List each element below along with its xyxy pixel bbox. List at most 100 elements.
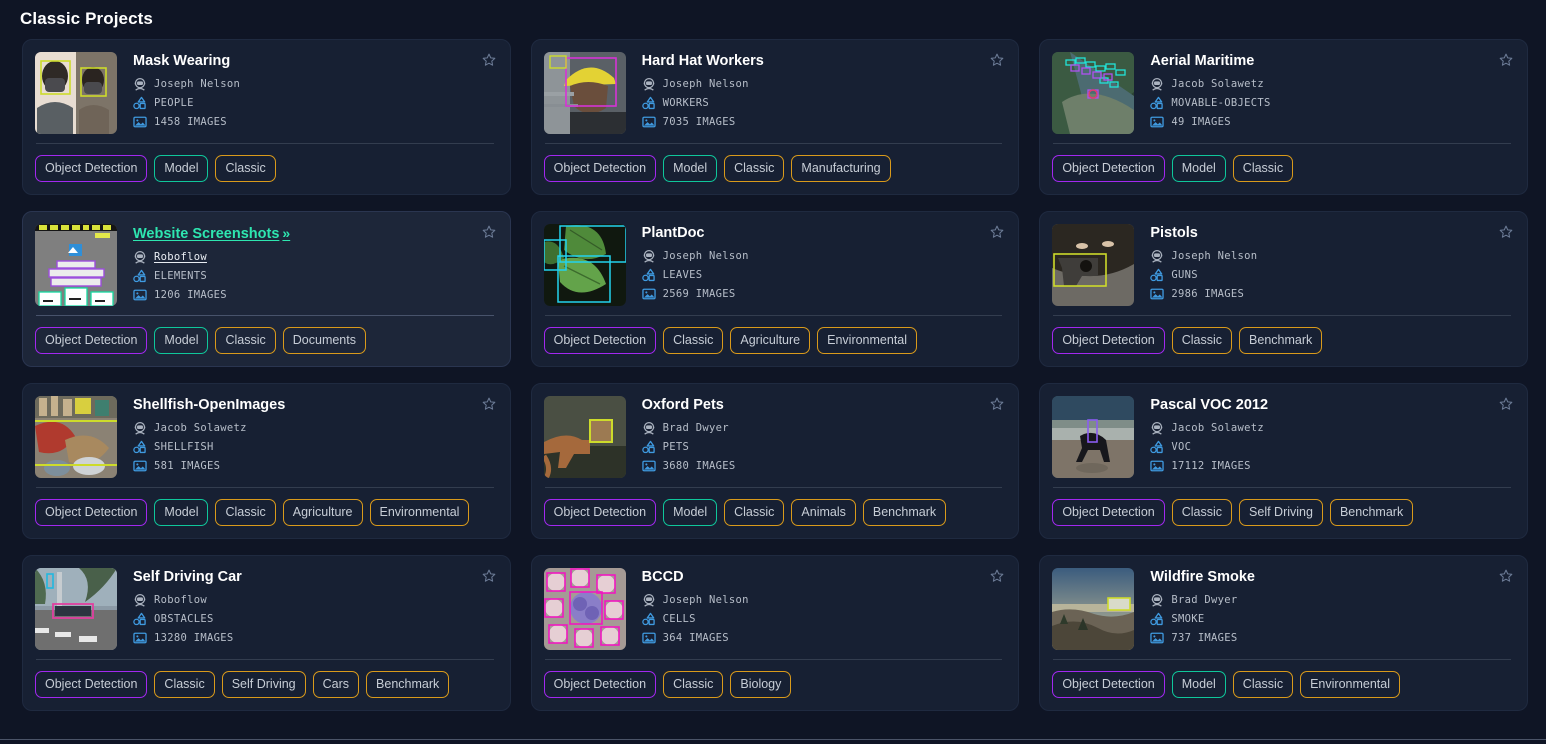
project-title[interactable]: Pistols [1150, 225, 1198, 241]
project-tag[interactable]: Environmental [369, 499, 470, 526]
star-icon[interactable] [989, 396, 1005, 412]
project-card[interactable]: Mask Wearing Joseph Nelson PEOPLE 1458 I… [22, 39, 511, 195]
project-tag[interactable]: Model [154, 155, 209, 182]
project-tag[interactable]: Object Detection [1052, 499, 1165, 526]
project-tag[interactable]: Classic [215, 499, 276, 526]
project-tag[interactable]: Model [663, 499, 718, 526]
project-title[interactable]: Aerial Maritime [1150, 53, 1254, 69]
project-card[interactable]: Aerial Maritime Jacob Solawetz MOVABLE-O… [1039, 39, 1528, 195]
star-icon[interactable] [1498, 224, 1514, 240]
project-title-row[interactable]: Mask Wearing [133, 52, 496, 70]
project-tag[interactable]: Benchmark [1239, 327, 1323, 354]
project-title[interactable]: Self Driving Car [133, 569, 242, 585]
project-title-row[interactable]: Wildfire Smoke [1150, 568, 1513, 586]
project-tag[interactable]: Classic [724, 155, 785, 182]
project-tag[interactable]: Classic [663, 327, 724, 354]
project-card[interactable]: Pistols Joseph Nelson GUNS 2986 IMAGES O… [1039, 211, 1528, 367]
project-tag[interactable]: Model [1171, 155, 1226, 182]
project-author[interactable]: Roboflow [154, 250, 207, 264]
project-tag[interactable]: Environmental [817, 327, 918, 354]
project-thumbnail[interactable] [543, 396, 626, 478]
project-thumbnail[interactable] [543, 224, 626, 306]
project-tag[interactable]: Object Detection [543, 155, 657, 182]
project-tag[interactable]: Classic [1232, 671, 1294, 698]
project-title-row[interactable]: BCCD [642, 568, 1005, 586]
project-tag[interactable]: Object Detection [35, 499, 148, 526]
project-tag[interactable]: Object Detection [35, 155, 148, 182]
project-tag[interactable]: Classic [724, 499, 785, 526]
project-tag[interactable]: Classic [154, 671, 215, 698]
project-tag[interactable]: Classic [1171, 499, 1233, 526]
project-tag[interactable]: Biology [730, 671, 792, 698]
project-tag[interactable]: Model [154, 499, 209, 526]
project-tag[interactable]: Classic [215, 327, 276, 354]
project-tag[interactable]: Benchmark [1329, 499, 1414, 526]
project-tag[interactable]: Object Detection [543, 327, 657, 354]
star-icon[interactable] [481, 224, 497, 240]
star-icon[interactable] [989, 224, 1005, 240]
project-thumbnail[interactable] [1052, 568, 1135, 650]
project-thumbnail[interactable] [35, 224, 117, 306]
project-tag[interactable]: Object Detection [35, 671, 148, 698]
project-title-row[interactable]: Pistols [1150, 224, 1513, 242]
project-tag[interactable]: Classic [1232, 155, 1294, 182]
project-tag[interactable]: Self Driving [1239, 499, 1323, 526]
project-thumbnail[interactable] [543, 52, 626, 134]
project-title[interactable]: Hard Hat Workers [642, 53, 764, 69]
project-thumbnail[interactable] [35, 568, 117, 650]
project-tag[interactable]: Animals [791, 499, 856, 526]
project-tag[interactable]: Object Detection [543, 499, 657, 526]
star-icon[interactable] [1498, 52, 1514, 68]
project-thumbnail[interactable] [1052, 396, 1135, 478]
project-title-row[interactable]: Website Screenshots» [133, 224, 496, 243]
star-icon[interactable] [989, 568, 1005, 584]
project-title-row[interactable]: PlantDoc [642, 224, 1005, 242]
project-tag[interactable]: Agriculture [282, 499, 363, 526]
project-tag[interactable]: Model [1171, 671, 1226, 698]
project-tag[interactable]: Self Driving [221, 671, 306, 698]
project-card[interactable]: Shellfish-OpenImages Jacob Solawetz SHEL… [22, 383, 511, 539]
project-title[interactable]: Shellfish-OpenImages [133, 397, 285, 413]
project-thumbnail[interactable] [35, 396, 117, 478]
project-title[interactable]: Mask Wearing [133, 53, 230, 69]
project-thumbnail[interactable] [1052, 52, 1135, 134]
project-tag[interactable]: Object Detection [543, 671, 657, 698]
star-icon[interactable] [1498, 396, 1514, 412]
project-tag[interactable]: Benchmark [366, 671, 450, 698]
project-tag[interactable]: Object Detection [1052, 155, 1165, 182]
star-icon[interactable] [481, 568, 497, 584]
project-tag[interactable]: Classic [663, 671, 724, 698]
project-title[interactable]: Pascal VOC 2012 [1150, 397, 1268, 413]
project-card[interactable]: Website Screenshots» Roboflow ELEMENTS 1… [22, 211, 511, 367]
project-tag[interactable]: Object Detection [1052, 327, 1165, 354]
project-title[interactable]: Wildfire Smoke [1150, 569, 1255, 585]
project-card[interactable]: Oxford Pets Brad Dwyer PETS 3680 IMAGES … [530, 383, 1020, 539]
project-thumbnail[interactable] [543, 568, 626, 650]
project-title-row[interactable]: Shellfish-OpenImages [133, 396, 496, 414]
project-tag[interactable]: Model [663, 155, 718, 182]
project-title[interactable]: PlantDoc [642, 225, 705, 241]
project-tag[interactable]: Classic [1171, 327, 1233, 354]
project-tag[interactable]: Object Detection [35, 327, 148, 354]
project-title-row[interactable]: Hard Hat Workers [642, 52, 1005, 70]
star-icon[interactable] [989, 52, 1005, 68]
project-title-row[interactable]: Pascal VOC 2012 [1150, 396, 1513, 414]
project-title[interactable]: Oxford Pets [642, 397, 724, 413]
project-tag[interactable]: Model [154, 327, 209, 354]
project-thumbnail[interactable] [35, 52, 117, 134]
project-card[interactable]: PlantDoc Joseph Nelson LEAVES 2569 IMAGE… [530, 211, 1020, 367]
star-icon[interactable] [1498, 568, 1514, 584]
project-title[interactable]: BCCD [642, 569, 684, 585]
project-card[interactable]: Pascal VOC 2012 Jacob Solawetz VOC 17112… [1039, 383, 1528, 539]
project-title-row[interactable]: Aerial Maritime [1150, 52, 1513, 70]
project-title-row[interactable]: Oxford Pets [642, 396, 1005, 414]
project-title-row[interactable]: Self Driving Car [133, 568, 496, 586]
star-icon[interactable] [481, 52, 497, 68]
project-title[interactable]: Website Screenshots [133, 226, 279, 242]
project-tag[interactable]: Classic [215, 155, 276, 182]
project-tag[interactable]: Manufacturing [791, 155, 891, 182]
star-icon[interactable] [481, 396, 497, 412]
project-card[interactable]: Wildfire Smoke Brad Dwyer SMOKE 737 IMAG… [1039, 555, 1528, 711]
project-tag[interactable]: Environmental [1300, 671, 1400, 698]
project-tag[interactable]: Cars [312, 671, 360, 698]
